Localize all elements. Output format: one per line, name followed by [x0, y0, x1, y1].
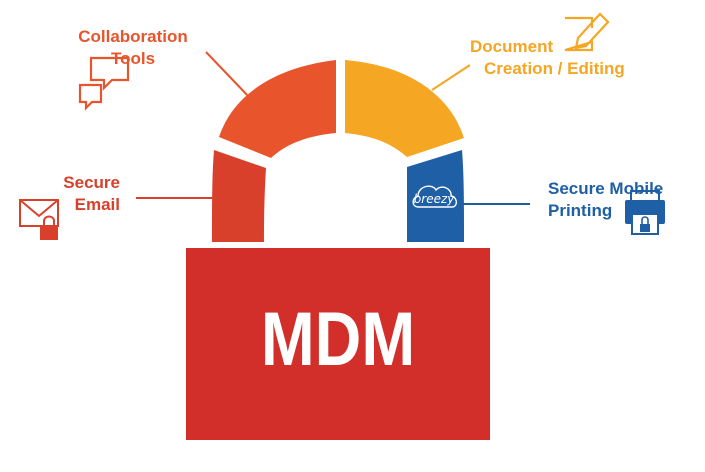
lock-center-label: MDM — [260, 297, 416, 382]
shackle-segment-collaboration — [219, 60, 336, 158]
label-collaboration-tools: Collaboration Tools — [74, 26, 192, 70]
label-email-line1: Secure — [63, 173, 120, 192]
shackle-segment-document — [345, 60, 464, 157]
label-collaboration-line2: Tools — [110, 49, 156, 68]
label-document-editing: Document Creation / Editing — [470, 36, 625, 80]
label-document-line1: Document — [470, 37, 554, 56]
connector-collaboration — [205, 51, 251, 99]
breezy-badge-text: breezy — [413, 192, 455, 206]
label-email-line2: Email — [74, 195, 120, 214]
label-document-line2: Creation / Editing — [484, 59, 625, 78]
label-secure-mobile-printing: Secure Mobile Printing — [548, 178, 663, 222]
label-printing-line2: Printing — [548, 201, 613, 220]
label-secure-email: Secure Email — [50, 172, 120, 216]
label-printing-line1: Secure Mobile — [548, 179, 664, 198]
mdm-diagram: Collaboration Tools Document Creation / … — [0, 0, 705, 467]
label-collaboration-line1: Collaboration — [78, 27, 188, 46]
shackle-segment-email — [212, 150, 266, 242]
connector-document — [431, 64, 471, 91]
